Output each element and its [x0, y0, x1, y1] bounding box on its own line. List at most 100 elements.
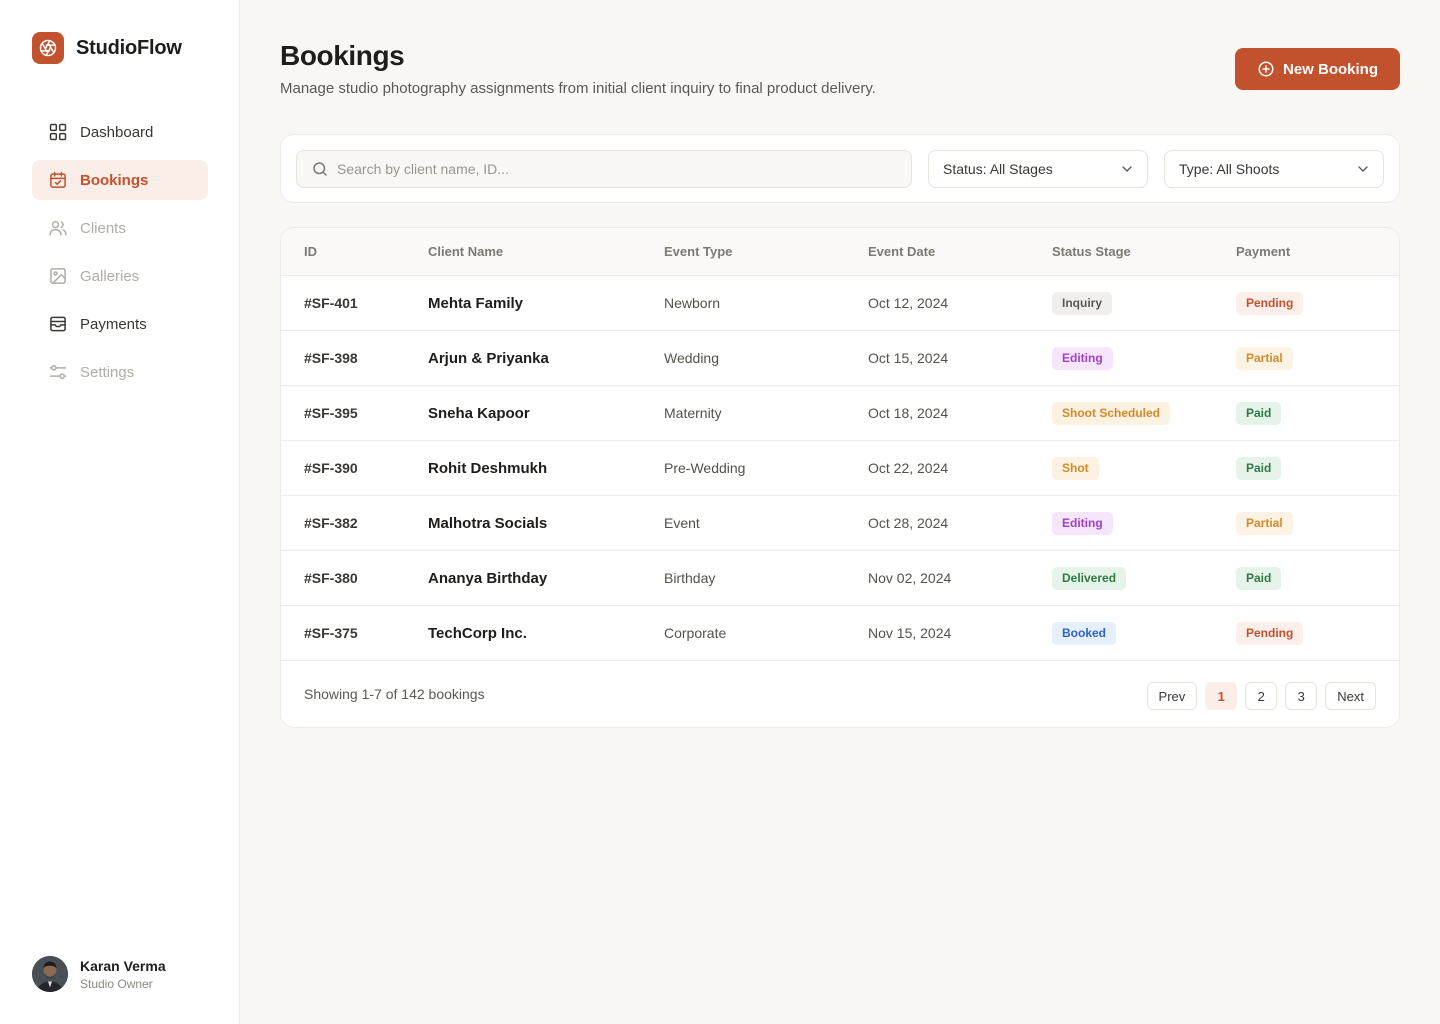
sidebar-item-dashboard[interactable]: Dashboard: [32, 112, 208, 152]
event-date: Nov 02, 2024: [868, 570, 952, 586]
search-icon: [313, 162, 327, 176]
user-role: Studio Owner: [80, 976, 153, 991]
status-badge: Delivered: [1052, 567, 1127, 590]
sidebar-item-label: Clients: [80, 219, 126, 237]
filter-bar: Status: All Stages Type: All Shoots: [280, 134, 1400, 203]
type-filter-value: Type: All Shoots: [1179, 161, 1280, 177]
client-name: Mehta Family: [428, 295, 524, 312]
sidebar-item-clients[interactable]: Clients: [32, 208, 208, 248]
bookings-table: ID Client Name Event Type Event Date Sta…: [280, 227, 1400, 728]
event-date: Oct 22, 2024: [868, 460, 949, 476]
payment-badge: Paid: [1236, 457, 1282, 480]
event-date: Oct 18, 2024: [868, 405, 949, 421]
event-type: Newborn: [664, 295, 721, 311]
sidebar-item-label: Settings: [80, 363, 135, 381]
event-type: Birthday: [664, 570, 716, 586]
sidebar-item-label: Payments: [80, 315, 147, 333]
sidebar-item-galleries[interactable]: Galleries: [32, 256, 208, 296]
grid-icon: [49, 123, 67, 141]
event-date: Oct 15, 2024: [868, 350, 949, 366]
status-badge: Shoot Scheduled: [1052, 402, 1171, 425]
event-date: Oct 12, 2024: [868, 295, 949, 311]
booking-id: #SF-390: [304, 460, 358, 476]
event-date: Nov 15, 2024: [868, 625, 952, 641]
table-row[interactable]: #SF-398 Arjun & Priyanka Wedding Oct 15,…: [281, 331, 1399, 386]
status-badge: Inquiry: [1052, 292, 1113, 315]
table-footer: Showing 1-7 of 142 bookings Prev 1 2 3 N…: [281, 661, 1399, 727]
column-header-type[interactable]: Event Type: [664, 228, 732, 276]
prev-page-button[interactable]: Prev: [1146, 682, 1198, 710]
status-filter-value: Status: All Stages: [943, 161, 1053, 177]
booking-id: #SF-398: [304, 350, 358, 366]
status-badge: Booked: [1052, 622, 1117, 645]
event-type: Event: [664, 515, 700, 531]
chevron-down-icon: [1122, 166, 1132, 172]
page-title: Bookings: [280, 40, 405, 71]
page-button-3[interactable]: 3: [1285, 682, 1318, 710]
table-row[interactable]: #SF-395 Sneha Kapoor Maternity Oct 18, 2…: [281, 386, 1399, 441]
brand-name: StudioFlow: [76, 36, 182, 59]
sidebar-item-payments[interactable]: Payments: [32, 304, 208, 344]
new-booking-label: New Booking: [1282, 60, 1378, 78]
payment-badge: Partial: [1236, 512, 1293, 535]
client-name: Rohit Deshmukh: [428, 460, 548, 477]
brand[interactable]: StudioFlow: [32, 32, 182, 64]
avatar: [32, 956, 68, 992]
table-row[interactable]: #SF-390 Rohit Deshmukh Pre-Wedding Oct 2…: [281, 441, 1399, 496]
search-input[interactable]: [337, 161, 897, 177]
user-name: Karan Verma: [80, 957, 166, 974]
sidebar-item-label: Galleries: [80, 267, 140, 285]
table-row[interactable]: #SF-382 Malhotra Socials Event Oct 28, 2…: [281, 496, 1399, 551]
status-badge: Editing: [1052, 347, 1113, 370]
payment-badge: Pending: [1236, 292, 1304, 315]
booking-id: #SF-375: [304, 625, 358, 641]
column-header-status[interactable]: Status Stage: [1052, 228, 1131, 276]
page-button-2[interactable]: 2: [1245, 682, 1278, 710]
aperture-icon: [32, 32, 64, 64]
next-page-button[interactable]: Next: [1325, 682, 1376, 710]
payment-badge: Partial: [1236, 347, 1293, 370]
column-header-id[interactable]: ID: [304, 228, 317, 276]
status-badge: Shot: [1052, 457, 1099, 480]
pagination: Prev 1 2 3 Next: [1146, 682, 1376, 710]
payment-badge: Pending: [1236, 622, 1304, 645]
sidebar-item-settings[interactable]: Settings: [32, 352, 208, 392]
column-header-payment[interactable]: Payment: [1236, 228, 1290, 276]
calendar-check-icon: [50, 171, 66, 188]
client-name: TechCorp Inc.: [428, 625, 527, 642]
booking-id: #SF-395: [304, 405, 358, 421]
plus-circle-icon: [1258, 61, 1274, 77]
new-booking-button[interactable]: New Booking: [1235, 48, 1400, 90]
booking-id: #SF-380: [304, 570, 358, 586]
client-name: Arjun & Priyanka: [428, 350, 549, 367]
column-header-date[interactable]: Event Date: [868, 228, 935, 276]
table-row[interactable]: #SF-375 TechCorp Inc. Corporate Nov 15, …: [281, 606, 1399, 661]
event-type: Pre-Wedding: [664, 460, 746, 476]
sidebar-nav: Dashboard Bookings Clients Galleries Pay…: [32, 112, 208, 400]
page-button-1[interactable]: 1: [1205, 682, 1238, 710]
event-type: Corporate: [664, 625, 727, 641]
client-name: Sneha Kapoor: [428, 405, 530, 422]
table-body: #SF-401 Mehta Family Newborn Oct 12, 202…: [281, 276, 1399, 661]
booking-id: #SF-382: [304, 515, 358, 531]
column-header-client[interactable]: Client Name: [428, 228, 503, 276]
event-type: Maternity: [664, 405, 722, 421]
table-row[interactable]: #SF-380 Ananya Birthday Birthday Nov 02,…: [281, 551, 1399, 606]
payment-badge: Paid: [1236, 402, 1282, 425]
sliders-icon: [49, 365, 67, 379]
main-content: Bookings Manage studio photography assig…: [240, 0, 1440, 1024]
sidebar-item-label: Dashboard: [80, 123, 154, 141]
user-profile[interactable]: Karan Verma Studio Owner: [32, 956, 166, 992]
status-filter-select[interactable]: Status: All Stages: [928, 150, 1148, 188]
client-name: Malhotra Socials: [428, 515, 548, 532]
sidebar-item-bookings[interactable]: Bookings: [32, 160, 208, 200]
booking-id: #SF-401: [304, 295, 358, 311]
status-badge: Editing: [1052, 512, 1113, 535]
sidebar: StudioFlow Dashboard Bookings Clients Ga…: [0, 0, 240, 1024]
pagination-summary: Showing 1-7 of 142 bookings: [304, 686, 485, 702]
table-row[interactable]: #SF-401 Mehta Family Newborn Oct 12, 202…: [281, 276, 1399, 331]
event-date: Oct 28, 2024: [868, 515, 949, 531]
chevron-down-icon: [1358, 166, 1368, 172]
page-subtitle: Manage studio photography assignments fr…: [280, 80, 876, 97]
type-filter-select[interactable]: Type: All Shoots: [1164, 150, 1384, 188]
